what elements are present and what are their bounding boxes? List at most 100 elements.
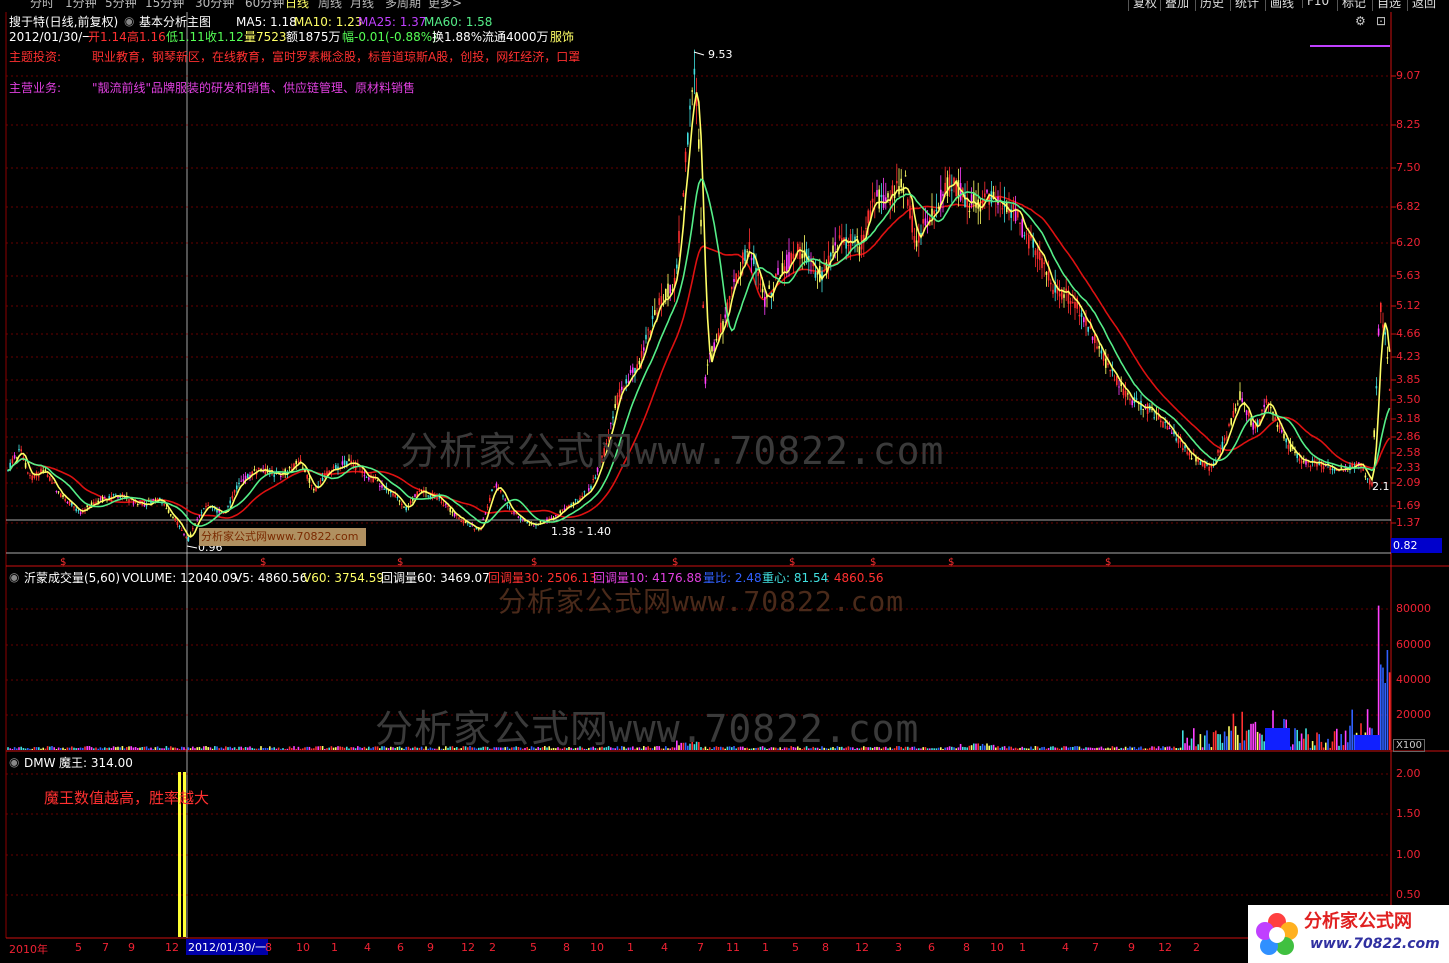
candle-body [51, 482, 53, 484]
price-tick: 2.33 [1396, 461, 1421, 474]
candle-body [1228, 424, 1230, 427]
candle-body [273, 474, 275, 477]
price-tick: 3.85 [1396, 373, 1421, 386]
candle-body [882, 194, 885, 208]
volume-bar [1091, 747, 1094, 750]
candle-body [933, 210, 935, 214]
candle-body [418, 490, 421, 492]
candle-body [876, 190, 878, 197]
candle-body [1285, 438, 1287, 443]
volume-bar [1219, 734, 1221, 750]
volume-bar [354, 748, 357, 750]
volume-indicator-name[interactable]: 沂蒙成交量(5,60) [24, 571, 120, 585]
volume-bar [1003, 746, 1006, 750]
volume-bar [931, 748, 933, 750]
candle-body [1303, 461, 1305, 463]
candle-body [442, 504, 445, 506]
volume-bar [134, 747, 137, 750]
candle-body [900, 178, 902, 188]
candle-body [867, 210, 869, 224]
volume-bar [13, 747, 16, 750]
signal-mark: $ [260, 557, 267, 568]
candle-body [306, 475, 308, 479]
volume-bar [1243, 740, 1246, 750]
dmw-indicator-name[interactable]: DMW [24, 756, 55, 770]
volume-bar [154, 747, 157, 750]
candle-body [163, 504, 165, 506]
volume-bar [1010, 746, 1012, 750]
volume-bar [326, 748, 328, 750]
candle-body [1182, 448, 1184, 450]
candle-body [519, 517, 522, 520]
time-tick: 6 [928, 941, 935, 954]
volume-bar [275, 748, 278, 750]
candle-body [445, 503, 447, 505]
volume-bar [200, 748, 203, 750]
candle-body [935, 209, 938, 212]
candle-body [128, 499, 130, 502]
volume-bar [126, 747, 128, 750]
volume-bar [75, 748, 77, 750]
candle-body [764, 296, 766, 307]
time-tick: 8 [822, 941, 829, 954]
volume-bar [341, 746, 344, 750]
time-tick: 9 [427, 941, 434, 954]
volume-bar [319, 746, 322, 750]
maximize-icon[interactable]: ⊡ [1376, 14, 1386, 28]
volume-bar [211, 748, 214, 750]
dmw-tick: 2.00 [1396, 767, 1421, 780]
candle-body [1058, 293, 1061, 297]
volume-bar [933, 748, 935, 750]
template-chevron-icon[interactable]: ◉ [124, 14, 134, 28]
candle-body [702, 304, 704, 309]
volume-bar [1102, 748, 1105, 750]
settings-gear-icon[interactable]: ⚙ [1355, 14, 1366, 28]
volume-panel-toggle-icon[interactable]: ◉ [9, 570, 19, 584]
candle-body [376, 480, 379, 482]
volume-bar [339, 746, 341, 750]
volume-bar [1155, 748, 1158, 750]
volume-bar [90, 747, 93, 750]
candle-body [555, 515, 557, 517]
candle-body [1342, 470, 1345, 472]
candle-body [1265, 398, 1268, 403]
candle-body [104, 497, 106, 499]
volume-bar [1195, 746, 1197, 750]
volume-bar [244, 746, 247, 750]
template-name[interactable]: 基本分析主图 [139, 15, 211, 29]
range-label: 1.38 - 1.40 [551, 525, 611, 538]
candle-body [24, 462, 27, 468]
dmw-tick: 1.50 [1396, 807, 1421, 820]
volume-bar [137, 747, 139, 750]
volume-bar [953, 747, 955, 750]
price-tick: 4.66 [1396, 327, 1421, 340]
candle-body [783, 266, 786, 272]
candle-body [1129, 398, 1131, 401]
volume-bar [163, 748, 165, 750]
volume-bar [1069, 746, 1072, 750]
dmw-panel-toggle-icon[interactable]: ◉ [9, 755, 19, 769]
candle-body [856, 236, 858, 238]
volume-bar [143, 746, 146, 750]
candle-body [187, 537, 190, 542]
volume-bar [27, 748, 29, 750]
candle-body [53, 482, 55, 484]
candle-body [1281, 430, 1283, 433]
volume-bar [260, 746, 262, 750]
time-tick: 4 [661, 941, 668, 954]
candle-body [229, 500, 231, 504]
volume-bar [262, 748, 264, 750]
volume-bar [7, 747, 9, 750]
volume-bar [68, 747, 71, 750]
stock-chart-canvas[interactable] [0, 0, 1449, 963]
volume-bar [302, 748, 304, 750]
volume-bar [992, 744, 995, 750]
volume-bar [1336, 728, 1338, 750]
volume-bar [1342, 745, 1345, 750]
volume-bar [1162, 746, 1164, 750]
candle-body [313, 489, 315, 491]
volume-bar [1221, 742, 1224, 750]
candle-body [253, 469, 256, 471]
candle-body [495, 483, 498, 488]
volume-bar [1190, 738, 1193, 750]
